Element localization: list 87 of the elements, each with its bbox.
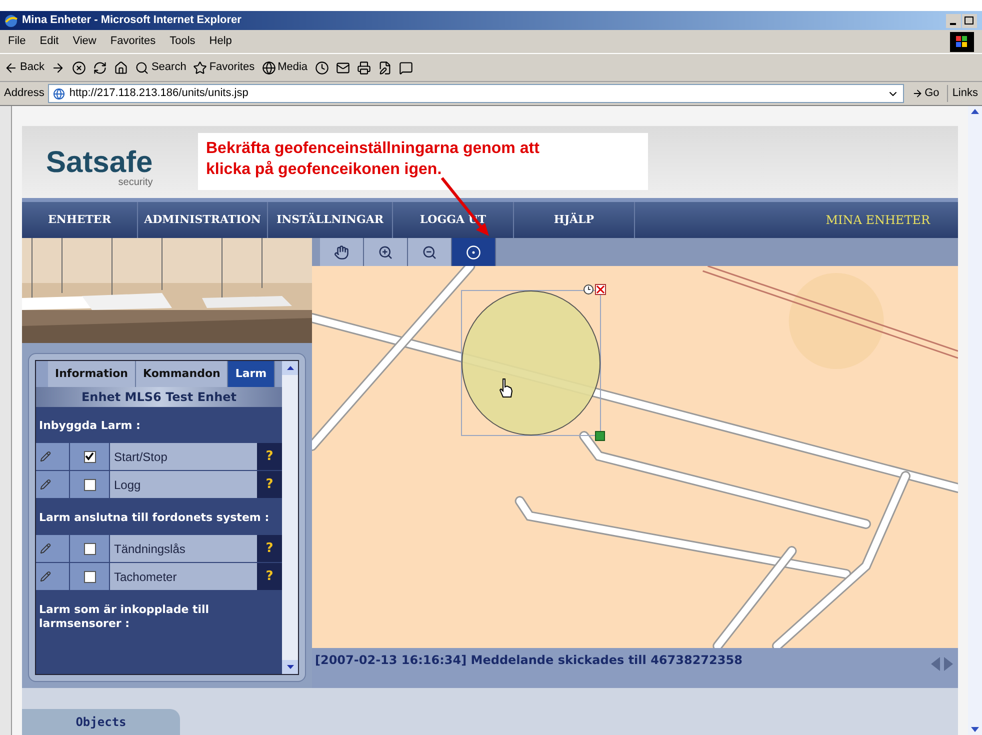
alarm-name: Start/Stop (110, 443, 257, 470)
page-title: MINA ENHETER (826, 212, 932, 229)
menu-item[interactable]: Edit (40, 33, 59, 50)
stop-icon (72, 60, 86, 74)
section-heading: Larm anslutna till fordonets system : (38, 510, 270, 526)
mail-button[interactable] (336, 60, 350, 74)
history-button[interactable] (314, 60, 329, 74)
help-button[interactable]: ? (257, 535, 282, 562)
panel-tab[interactable]: Information (48, 361, 136, 387)
hand-cursor-icon (499, 378, 513, 398)
print-icon (356, 60, 371, 74)
go-button[interactable]: Go (908, 85, 944, 102)
section-heading: Larm som är inkopplade till larmsensorer : (38, 602, 210, 632)
resize-handle[interactable] (595, 431, 605, 441)
panel-tab[interactable]: Larm (228, 361, 275, 387)
address-label: Address (4, 86, 44, 102)
bottom-tab[interactable]: Objects (22, 709, 180, 735)
pencil-icon[interactable] (40, 571, 51, 582)
menu-item[interactable]: Help (209, 33, 232, 50)
unit-title: Enhet MLS6 Test Enhet (36, 387, 282, 407)
alarm-checkbox[interactable] (84, 570, 96, 582)
back-icon (4, 60, 18, 74)
discuss-icon (398, 60, 413, 74)
arrow-icon (912, 88, 923, 99)
alarm-name: Tachometer (110, 563, 257, 590)
home-button[interactable] (114, 60, 128, 74)
search-icon (135, 60, 150, 74)
pencil-icon[interactable] (40, 543, 51, 554)
status-message: [2007-02-13 16:16:34] Meddelande skickades till 46738272358 (315, 652, 742, 669)
edit-button[interactable] (378, 60, 392, 74)
favorites-icon (193, 60, 208, 74)
menu-item[interactable]: Tools (170, 33, 196, 50)
pan-icon (334, 244, 349, 260)
forward-icon (51, 60, 66, 74)
search-button[interactable]: Search (135, 59, 186, 76)
pencil-icon[interactable] (40, 479, 51, 490)
links-button[interactable]: Links (947, 85, 978, 102)
home-icon (114, 60, 128, 74)
geofence-circle[interactable] (461, 290, 601, 436)
windows-logo-icon (950, 32, 974, 52)
logo-tagline: security (118, 178, 153, 188)
geofence-icon (466, 244, 481, 260)
callout: Bekräfta geofenceinställningarna genom att klicka på geofenceikonen igen. (198, 133, 648, 190)
zoom-in-icon (378, 244, 393, 260)
window-controls-icon[interactable] (946, 14, 978, 28)
alarm-checkbox[interactable] (84, 478, 96, 490)
scrollbar[interactable] (282, 361, 298, 674)
pencil-icon[interactable] (40, 451, 51, 462)
window-title: Mina Enheter - Microsoft Internet Explorer (22, 13, 242, 28)
zoom-out-icon (422, 244, 437, 260)
menu-item[interactable]: File (8, 33, 26, 50)
page-icon (53, 88, 66, 100)
back-button[interactable]: Back (4, 59, 44, 76)
alarm-name: Tändningslås (110, 535, 257, 562)
print-button[interactable] (356, 60, 371, 74)
media-icon (262, 60, 276, 74)
geofence-tool[interactable] (452, 238, 496, 266)
menu-item[interactable]: View (72, 33, 96, 50)
stop-button[interactable] (72, 60, 86, 74)
pan-tool[interactable] (320, 238, 364, 266)
logo-text: Satsafe (46, 148, 153, 178)
history-icon (314, 60, 329, 74)
media-button[interactable]: Media (262, 59, 308, 76)
alarm-checkbox[interactable] (84, 542, 96, 554)
discuss-button[interactable] (398, 60, 413, 74)
browser-icon (4, 14, 18, 28)
forward-button[interactable] (51, 60, 66, 74)
alarm-name: Logg (110, 471, 257, 498)
section-heading: Inbyggda Larm : (38, 418, 142, 434)
scroll-up-icon (286, 366, 294, 370)
mail-icon (336, 60, 350, 74)
refresh-icon (93, 60, 108, 74)
help-button[interactable]: ? (257, 563, 282, 590)
scroll-down-icon (286, 665, 294, 669)
alarm-checkbox[interactable] (84, 450, 96, 462)
address-field[interactable]: http://217.118.213.186/units/units.jsp (48, 84, 904, 103)
menu-item[interactable]: Favorites (110, 33, 156, 50)
help-button[interactable]: ? (257, 471, 282, 498)
favorites-button[interactable]: Favorites (193, 59, 255, 76)
help-button[interactable]: ? (257, 443, 282, 470)
close-icon[interactable] (595, 284, 606, 295)
refresh-button[interactable] (93, 60, 108, 74)
check-icon (85, 452, 94, 461)
zoom-out-tool[interactable] (408, 238, 452, 266)
panel-tab[interactable]: Kommandon (136, 361, 228, 387)
zoom-in-tool[interactable] (364, 238, 408, 266)
edit-icon (378, 60, 392, 74)
